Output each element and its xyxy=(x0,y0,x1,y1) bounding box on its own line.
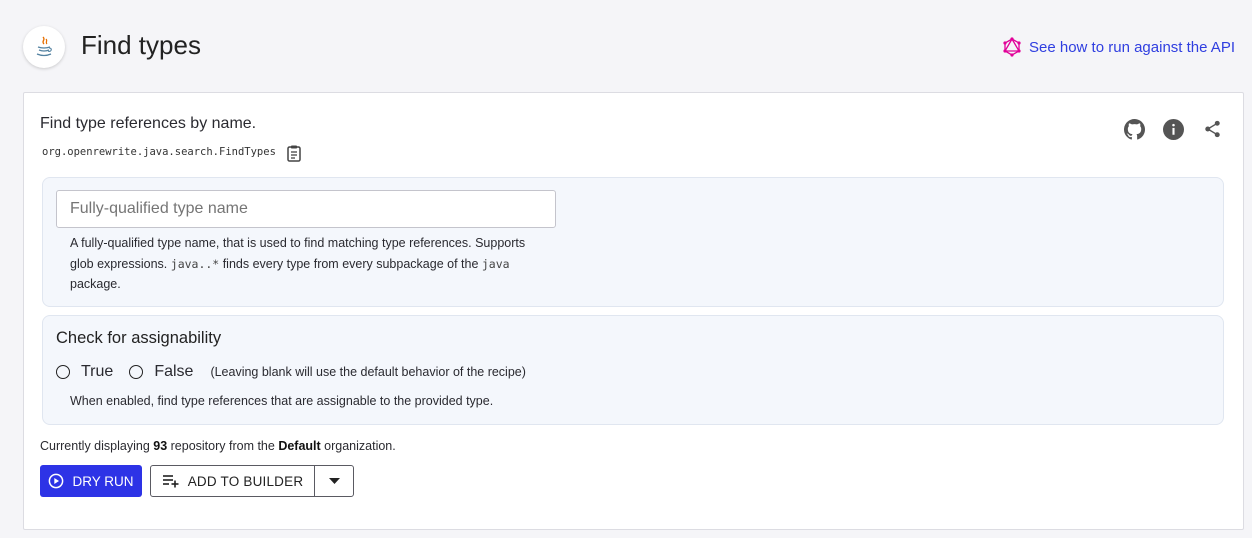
repository-count: 93 xyxy=(153,439,168,453)
false-radio[interactable] xyxy=(129,365,144,379)
organization-name: Default xyxy=(278,439,321,453)
true-radio[interactable] xyxy=(56,365,70,379)
recipe-actions xyxy=(1123,118,1223,140)
dry-run-label: DRY RUN xyxy=(72,473,134,489)
type-name-input[interactable] xyxy=(56,190,556,228)
dry-run-button[interactable]: DRY RUN xyxy=(40,465,142,497)
recipe-description: Find type references by name. xyxy=(40,115,257,132)
type-name-option: A fully-qualified type name, that is use… xyxy=(42,177,1224,307)
share-icon[interactable] xyxy=(1201,118,1223,140)
caret-down-icon xyxy=(328,478,340,484)
assignability-help: When enabled, find type references that … xyxy=(70,394,494,408)
page-title: Find types xyxy=(81,30,201,60)
builder-dropdown-toggle[interactable] xyxy=(314,466,353,496)
assignability-title: Check for assignability xyxy=(56,329,222,347)
add-to-builder-button[interactable]: ADD TO BUILDER xyxy=(151,466,314,496)
playlist-add-icon xyxy=(162,474,179,488)
true-radio-label[interactable]: True xyxy=(81,363,113,381)
assignability-hint: (Leaving blank will use the default beha… xyxy=(210,365,526,379)
false-radio-label[interactable]: False xyxy=(154,363,193,381)
api-link-label: See how to run against the API xyxy=(1029,38,1235,56)
page-header: Find types See how to run against the AP… xyxy=(0,0,1252,92)
api-link[interactable]: See how to run against the API xyxy=(1002,37,1235,57)
add-to-builder-split-button: ADD TO BUILDER xyxy=(150,465,354,497)
add-to-builder-label: ADD TO BUILDER xyxy=(187,473,304,489)
info-icon[interactable] xyxy=(1162,118,1184,140)
repository-status: Currently displaying 93 repository from … xyxy=(40,439,396,453)
assignability-radio-group: True False (Leaving blank will use the d… xyxy=(56,361,526,383)
graphql-icon xyxy=(1002,37,1022,57)
recipe-card: Find type references by name. org.openre… xyxy=(23,92,1244,530)
github-icon[interactable] xyxy=(1123,118,1145,140)
clipboard-icon[interactable] xyxy=(286,144,302,167)
assignability-option: Check for assignability True False (Leav… xyxy=(42,315,1224,425)
recipe-id: org.openrewrite.java.search.FindTypes xyxy=(42,146,276,158)
play-circle-icon xyxy=(48,473,64,489)
java-logo-icon xyxy=(23,26,65,68)
type-name-help: A fully-qualified type name, that is use… xyxy=(70,236,526,291)
